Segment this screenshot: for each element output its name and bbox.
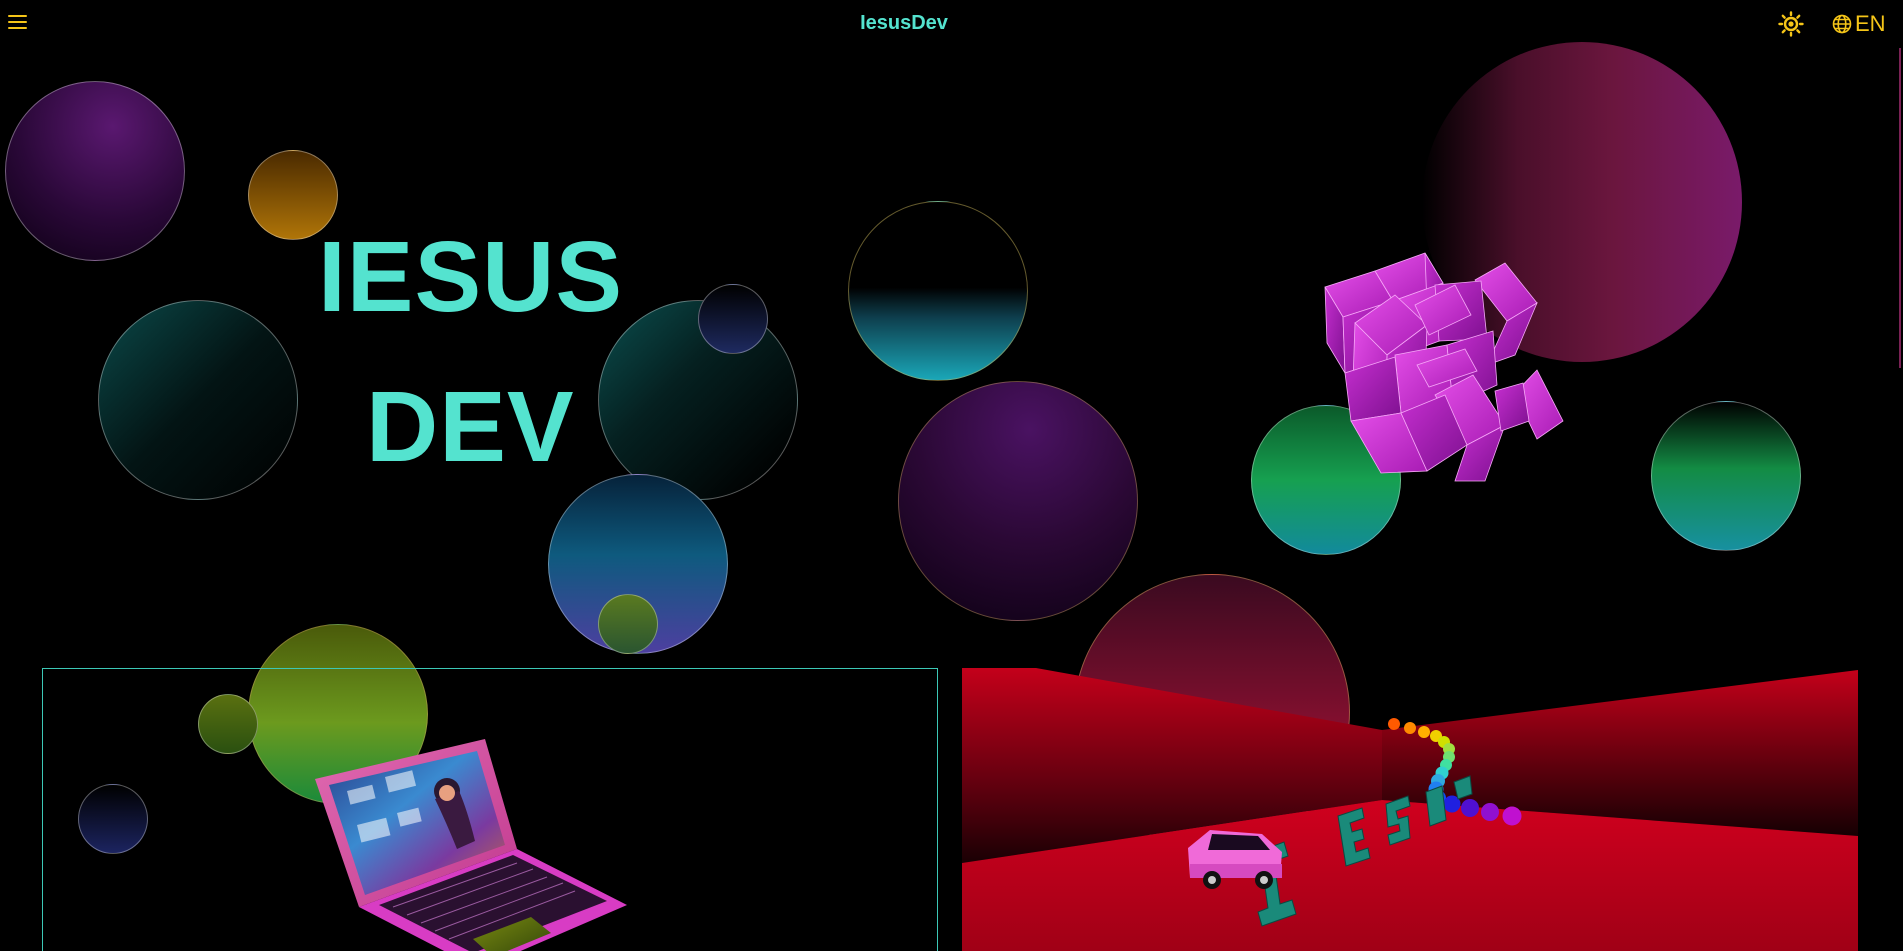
language-code: EN [1855,11,1886,36]
laptop-illustration [315,739,627,951]
bubble-cyan [848,201,1028,381]
cube-cluster-3d [1324,252,1564,482]
scrollbar-thumb[interactable] [1899,48,1901,368]
page-canvas: IesusDev EN IESUS DEV [0,0,1903,951]
bubble-purple-topleft [5,81,185,261]
hero-title-line2: DEV [366,371,575,483]
bubble-teal-center [598,300,798,500]
hero-title-line1: IESUS [318,221,624,333]
3d-scene-panel [962,668,1858,951]
hamburger-menu-icon[interactable] [6,10,30,34]
bubble-teal-left [98,300,298,500]
red-room-scene [962,668,1858,951]
top-bar: IesusDev EN [0,0,1903,48]
bubble-olive [598,594,658,654]
bubble-purple-center [898,381,1138,621]
globe-icon [1832,14,1852,34]
brand-link[interactable]: IesusDev [860,12,948,34]
sun-icon[interactable] [1778,11,1804,37]
bubble-green-right2 [1651,401,1801,551]
site-brand: IesusDev [0,12,1808,35]
laptop-showcase-panel [42,668,938,951]
bubble-small-blue [698,284,768,354]
language-switcher[interactable]: EN [1832,10,1886,38]
